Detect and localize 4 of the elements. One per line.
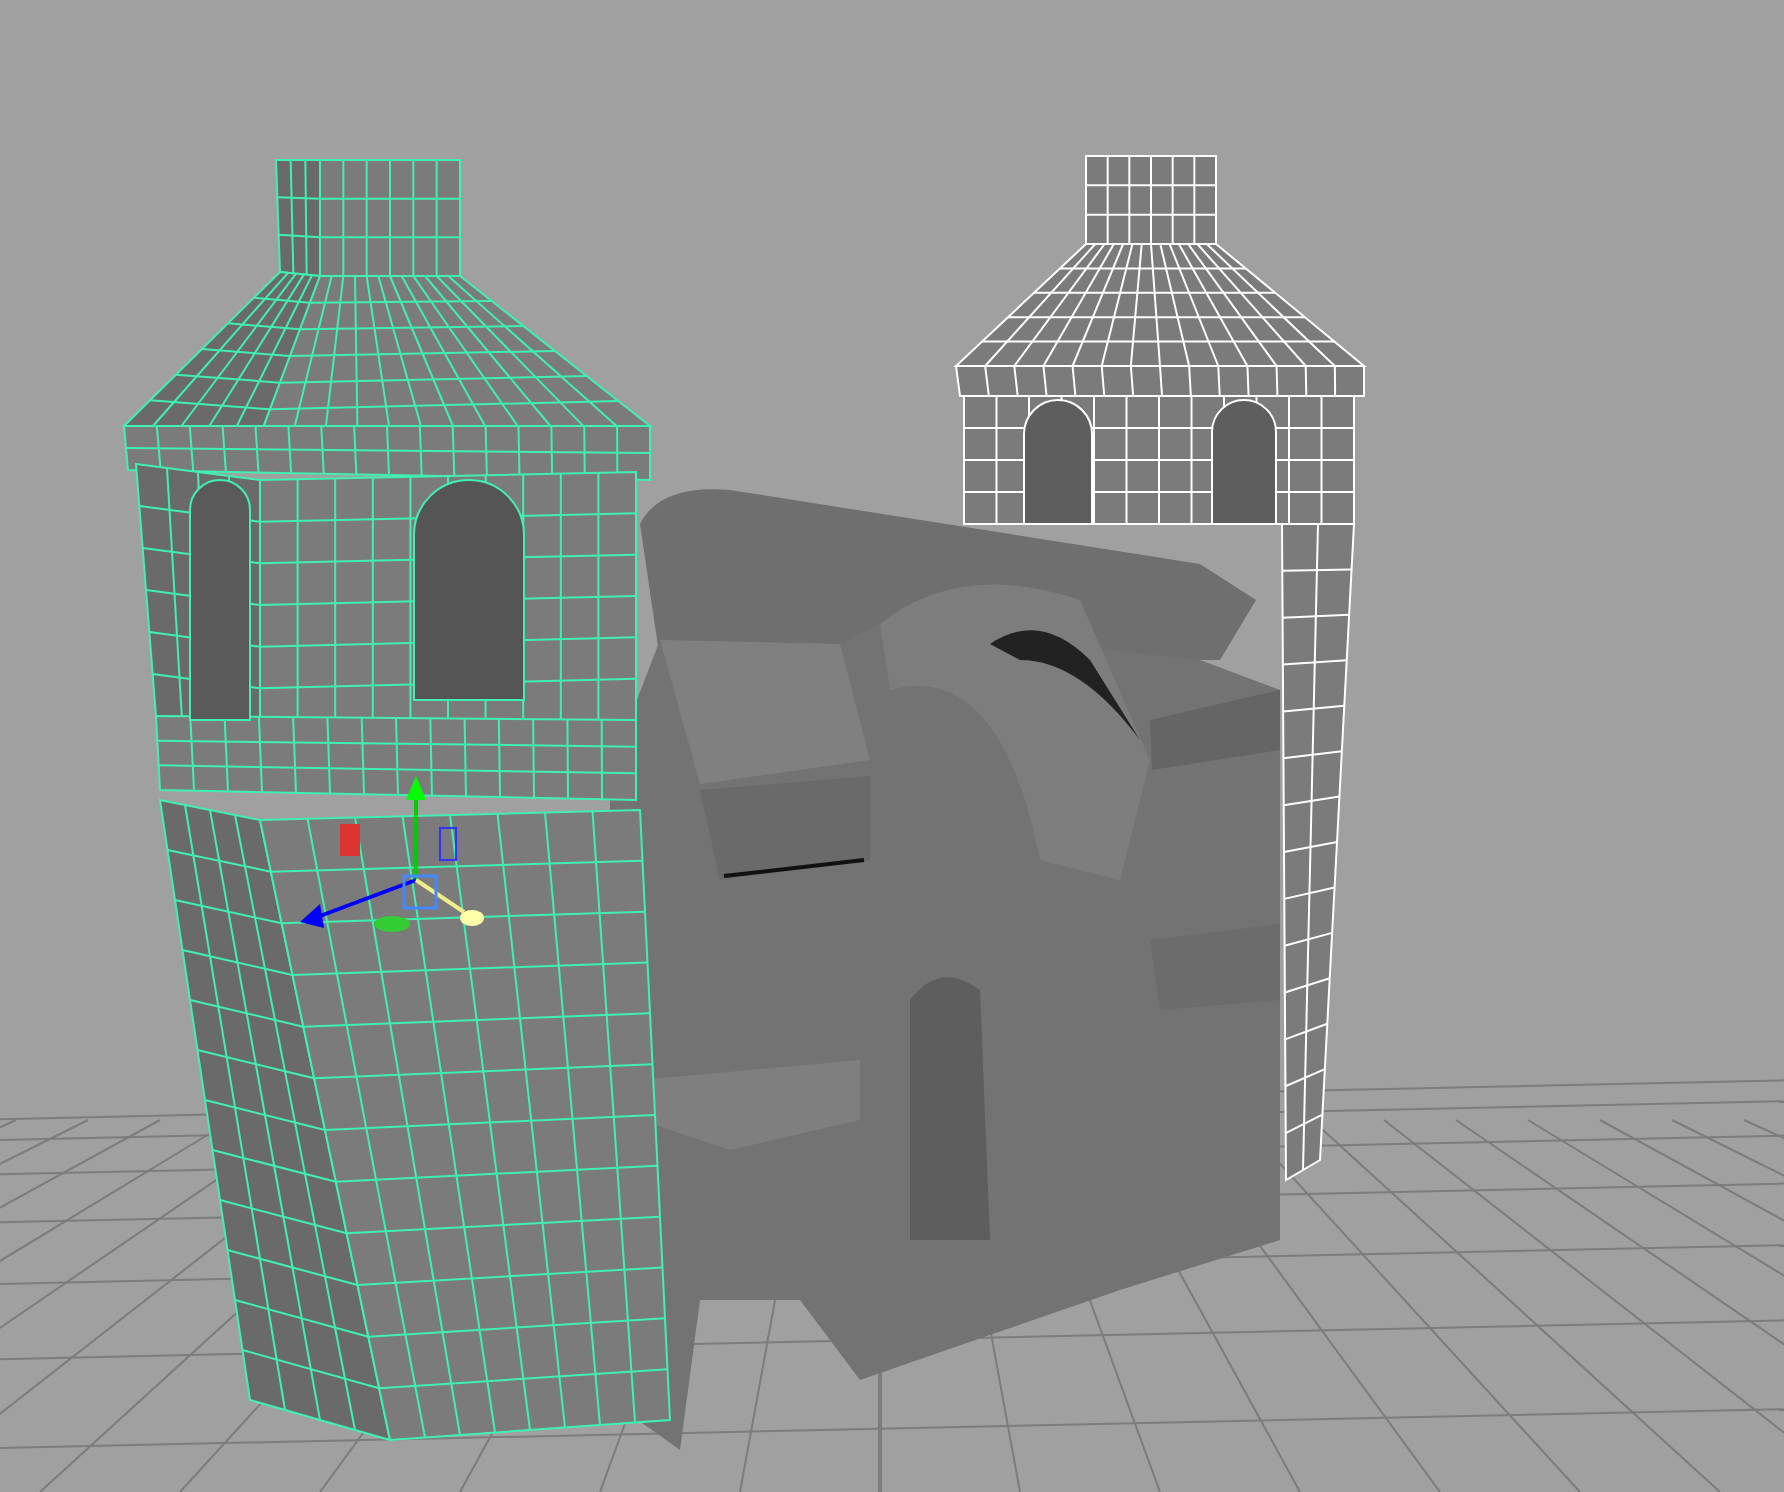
move-manipulator-icon[interactable] bbox=[300, 776, 484, 932]
3d-model-drawing[interactable] bbox=[121, 159, 672, 1442]
tower-upper-drawing[interactable] bbox=[953, 155, 1367, 525]
tower-lower-drawing[interactable] bbox=[1281, 523, 1356, 1182]
